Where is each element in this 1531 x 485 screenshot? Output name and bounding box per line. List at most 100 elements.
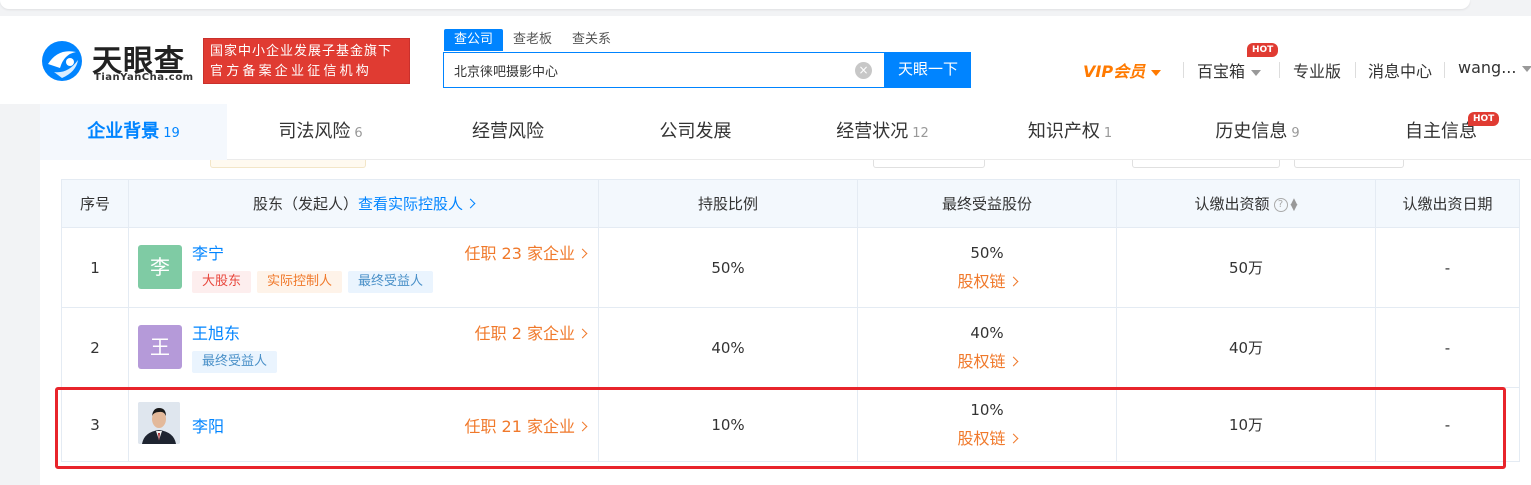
- tab-company-development[interactable]: 公司发展: [602, 104, 789, 160]
- tab-count: 19: [163, 126, 180, 141]
- search-box: ×: [443, 52, 885, 88]
- tag-final-beneficiary: 最终受益人: [192, 351, 278, 373]
- nav-divider: [1183, 62, 1184, 78]
- final-share-cell: 50% 股权链: [857, 227, 1117, 308]
- tab-operating-risk[interactable]: 经营风险: [414, 104, 602, 160]
- dropdown-remnant: [873, 160, 985, 168]
- tab-company-background[interactable]: 企业背景 19: [40, 104, 227, 160]
- col-capital-label: 认缴出资额: [1194, 195, 1270, 213]
- help-icon[interactable]: ?: [1273, 197, 1288, 212]
- equity-chain-label: 股权链: [957, 271, 1006, 291]
- user-name: wang...: [1458, 58, 1517, 77]
- tag-actual-controller: 实际控制人: [257, 271, 343, 293]
- col-final-share: 最终受益股份: [857, 179, 1117, 228]
- post-count-link[interactable]: 任职 23 家企业: [464, 240, 588, 264]
- tab-operating-status[interactable]: 经营状况 12: [789, 104, 976, 160]
- holder-cell: 王 王旭东 任职 2 家企业 最终受益人: [128, 307, 599, 388]
- search-button[interactable]: 天眼一下: [885, 52, 971, 88]
- dropdown-remnant: [210, 160, 366, 168]
- col-holder-label: 股东（发起人）: [252, 195, 358, 213]
- equity-chain-label: 股权链: [957, 351, 1006, 371]
- final-share-pct: 50%: [970, 243, 1004, 262]
- section-tabs: 企业背景 19 司法风险 6 经营风险 公司发展 经营状况 12 知识产权 1 历史信息…: [40, 104, 1531, 160]
- capital-cell: 40万: [1116, 307, 1376, 388]
- post-count-label: 任职 2 家企业: [474, 324, 575, 343]
- col-capital[interactable]: 认缴出资额? ▲ ▼: [1116, 179, 1376, 228]
- tab-self-info[interactable]: 自主信息: [1351, 104, 1531, 160]
- hot-badge: HOT: [1247, 43, 1279, 57]
- tag-final-beneficiary: 最终受益人: [348, 271, 434, 293]
- official-badge: 国家中小企业发展子基金旗下 官方备案企业征信机构: [203, 38, 410, 84]
- row-index: 1: [61, 227, 129, 308]
- date-cell: -: [1375, 227, 1520, 308]
- clear-icon[interactable]: ×: [855, 62, 872, 79]
- search-input[interactable]: [444, 53, 844, 87]
- search-tab-boss[interactable]: 查老板: [503, 29, 562, 51]
- holder-cell: 李 李宁 任职 23 家企业 大股东 实际控制人 最终受益人: [128, 227, 599, 308]
- equity-chain-link[interactable]: 股权链: [858, 348, 1116, 372]
- avatar[interactable]: 李: [138, 245, 182, 289]
- badge-line1: 国家中小企业发展子基金旗下: [210, 44, 393, 59]
- col-ratio: 持股比例: [598, 179, 858, 228]
- tab-judicial-risk[interactable]: 司法风险 6: [227, 104, 414, 160]
- message-center-link[interactable]: 消息中心: [1368, 58, 1432, 82]
- holder-name-link[interactable]: 王旭东: [192, 320, 240, 344]
- tab-label: 知识产权: [1027, 121, 1100, 142]
- table-header-row: 序号 股东（发起人）查看实际控股人 持股比例 最终受益股份 认缴出资额? ▲ ▼ 认…: [61, 179, 1520, 228]
- top-strip: [0, 0, 1531, 16]
- nav-divider: [1444, 62, 1445, 78]
- search-type-tabs: 查公司 查老板 查关系: [444, 29, 621, 51]
- chevron-right-icon: [577, 248, 588, 259]
- chevron-right-icon: [577, 328, 588, 339]
- tab-label: 自主信息: [1405, 121, 1477, 142]
- tab-label: 经营状况: [836, 121, 909, 142]
- date-cell: -: [1375, 307, 1520, 388]
- tab-count: 6: [354, 126, 363, 141]
- col-index: 序号: [61, 179, 129, 228]
- sort-icon[interactable]: ▲ ▼: [1291, 197, 1298, 212]
- chevron-right-icon: [465, 198, 476, 209]
- tab-history[interactable]: 历史信息 9: [1164, 104, 1351, 160]
- dropdown-remnant: [1132, 160, 1280, 168]
- row-index: 2: [61, 307, 129, 388]
- post-count-label: 任职 23 家企业: [464, 244, 575, 263]
- col-holder: 股东（发起人）查看实际控股人: [128, 179, 599, 228]
- vip-link[interactable]: VIP会员: [1083, 58, 1162, 82]
- top-bar: [0, 0, 1470, 9]
- view-controller-label: 查看实际控股人: [358, 195, 464, 213]
- tab-label: 历史信息: [1215, 121, 1288, 142]
- site-header: 天眼查 TianYanCha.com 国家中小企业发展子基金旗下 官方备案企业征…: [0, 16, 1531, 104]
- tab-count: 1: [1103, 126, 1113, 141]
- tianyancha-logo-icon: [42, 41, 82, 81]
- equity-chain-link[interactable]: 股权链: [858, 268, 1116, 292]
- ratio-cell: 50%: [598, 227, 858, 308]
- badge-line2: 官方备案企业征信机构: [210, 64, 373, 79]
- treasure-box-menu[interactable]: 百宝箱: [1197, 58, 1262, 82]
- highlight-box: [55, 387, 1506, 469]
- tab-label: 公司发展: [659, 121, 732, 142]
- chevron-right-icon: [1008, 276, 1018, 286]
- vip-caret-icon: [1151, 69, 1162, 76]
- table-row: 2 王 王旭东 任职 2 家企业 最终受益人 40% 40% 股权链 40万 -: [61, 307, 1520, 388]
- vip-label: VIP会员: [1083, 62, 1146, 81]
- tab-intellectual-property[interactable]: 知识产权 1: [976, 104, 1164, 160]
- ratio-cell: 40%: [598, 307, 858, 388]
- tag-major-shareholder: 大股东: [192, 271, 252, 293]
- hot-badge: HOT: [1468, 112, 1500, 126]
- holder-name-link[interactable]: 李宁: [192, 240, 224, 264]
- dropdown-remnants: [0, 160, 1531, 168]
- final-share-pct: 40%: [970, 323, 1004, 342]
- tab-count: 9: [1291, 126, 1300, 141]
- search-tab-relation[interactable]: 查关系: [562, 29, 621, 51]
- user-menu[interactable]: wang...: [1458, 58, 1531, 77]
- chevron-right-icon: [1008, 356, 1018, 366]
- search-tab-company[interactable]: 查公司: [444, 29, 504, 51]
- dropdown-remnant: [1294, 160, 1404, 168]
- final-share-cell: 40% 股权链: [857, 307, 1117, 388]
- logo[interactable]: 天眼查 TianYanCha.com: [40, 36, 200, 88]
- view-controller-link[interactable]: 查看实际控股人: [358, 195, 476, 213]
- pro-edition-link[interactable]: 专业版: [1293, 58, 1341, 82]
- treasure-label: 百宝箱: [1197, 62, 1246, 81]
- post-count-link[interactable]: 任职 2 家企业: [474, 320, 588, 344]
- avatar[interactable]: 王: [138, 325, 182, 369]
